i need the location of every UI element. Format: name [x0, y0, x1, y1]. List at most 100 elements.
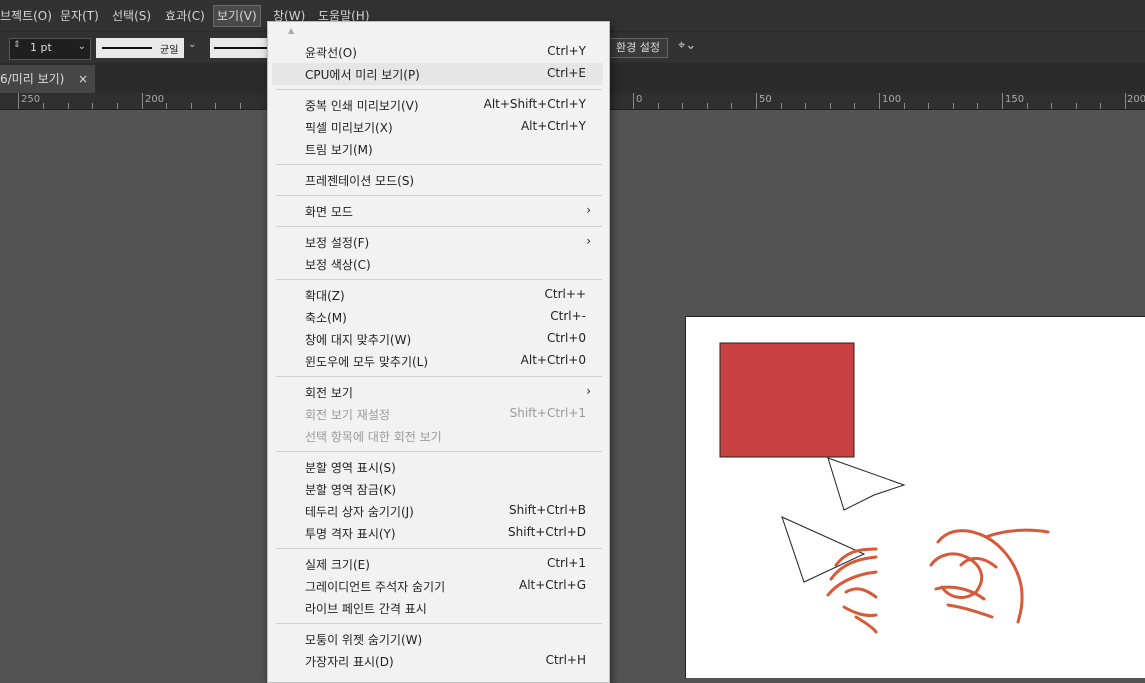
- menu-item[interactable]: 가장자리 표시(D) Ctrl+H: [272, 650, 603, 672]
- menu-separator: [276, 226, 602, 227]
- ruler-label: 250: [21, 94, 41, 105]
- chevron-down-icon[interactable]: ⌄: [188, 39, 196, 50]
- close-icon[interactable]: ×: [78, 65, 88, 93]
- menu-item-label: 축소(M): [305, 311, 347, 325]
- menu-item-label: 프레젠테이션 모드(S): [305, 174, 415, 188]
- menu-item[interactable]: 그레이디언트 주석자 숨기기 Alt+Ctrl+G: [272, 575, 603, 597]
- scribble-stroke[interactable]: [929, 528, 1050, 624]
- triangle-shape[interactable]: [827, 457, 906, 511]
- ruler-label: 200: [145, 94, 165, 105]
- ruler-label: 50: [759, 94, 772, 105]
- brush-dropdown[interactable]: [210, 38, 267, 58]
- document-tab-title: 6/미리 보기): [0, 72, 65, 86]
- menu-item-label: 라이브 페인트 간격 표시: [305, 602, 427, 616]
- menu-item-label: 보정 색상(C): [305, 258, 371, 272]
- menu-item-label: 실제 크기(E): [305, 558, 370, 572]
- menu-item-label: 보정 설정(F): [305, 236, 370, 250]
- ruler-label: 150: [1005, 94, 1025, 105]
- menu-item: 선택 항목에 대한 회전 보기: [272, 425, 603, 447]
- ruler-label: 100: [882, 94, 902, 105]
- menu-item-label: 확대(Z): [305, 289, 345, 303]
- menu-type[interactable]: 문자(T): [60, 6, 99, 26]
- menu-item-label: 투명 격자 표시(Y): [305, 527, 396, 541]
- menu-item-label: 분할 영역 표시(S): [305, 461, 396, 475]
- menu-item[interactable]: 분할 영역 표시(S): [272, 456, 603, 478]
- menu-object[interactable]: 브젝트(O): [0, 6, 52, 26]
- submenu-arrow-icon: ›: [586, 234, 591, 248]
- menu-item[interactable]: 실제 크기(E) Ctrl+1: [272, 553, 603, 575]
- stroke-profile-label: 균일: [160, 45, 179, 56]
- menu-item[interactable]: 보정 색상(C): [272, 253, 603, 275]
- menu-item[interactable]: 테두리 상자 숨기기(J) Shift+Ctrl+B: [272, 500, 603, 522]
- menu-item[interactable]: 분할 영역 잠금(K): [272, 478, 603, 500]
- menu-effect[interactable]: 효과(C): [165, 6, 205, 26]
- menu-item[interactable]: CPU에서 미리 보기(P) Ctrl+E: [272, 63, 603, 85]
- menu-item-label: 창에 대지 맞추기(W): [305, 333, 412, 347]
- menu-item[interactable]: 프레젠테이션 모드(S): [272, 169, 603, 191]
- stroke-profile-dropdown[interactable]: 균일: [96, 38, 184, 58]
- chevron-down-icon[interactable]: ⌄: [78, 41, 86, 52]
- menu-item-shortcut: Alt+Ctrl+G: [518, 578, 586, 592]
- menu-item[interactable]: 모퉁이 위젯 숨기기(W): [272, 628, 603, 650]
- menu-separator: [276, 623, 602, 624]
- align-icon[interactable]: ⌖⌄: [678, 38, 696, 53]
- menu-item-shortcut: Ctrl+0: [546, 331, 586, 345]
- menu-item[interactable]: 축소(M) Ctrl+-: [272, 306, 603, 328]
- menu-item-shortcut: Ctrl+-: [550, 309, 586, 323]
- artwork: [719, 342, 1050, 634]
- menu-item[interactable]: 화면 모드 ›: [272, 200, 603, 222]
- menu-item-label: 중복 인쇄 미리보기(V): [305, 99, 419, 113]
- artboard[interactable]: [685, 316, 1145, 678]
- menu-item[interactable]: 창에 대지 맞추기(W) Ctrl+0: [272, 328, 603, 350]
- menu-item-shortcut: Ctrl+E: [547, 66, 586, 80]
- menu-item: 회전 보기 재설정 Shift+Ctrl+1: [272, 403, 603, 425]
- document-tab[interactable]: 6/미리 보기) ×: [0, 65, 95, 93]
- menu-separator: [276, 548, 602, 549]
- menu-item-label: 트림 보기(M): [305, 143, 373, 157]
- spin-arrows-icon[interactable]: ⇕: [13, 40, 21, 50]
- menu-separator: [276, 376, 602, 377]
- submenu-arrow-icon: ›: [586, 384, 591, 398]
- menu-item[interactable]: 중복 인쇄 미리보기(V) Alt+Shift+Ctrl+Y: [272, 94, 603, 116]
- menu-item-label: 픽셀 미리보기(X): [305, 121, 393, 135]
- menu-item-label: 가장자리 표시(D): [305, 655, 394, 669]
- menu-item-label: 선택 항목에 대한 회전 보기: [305, 430, 442, 444]
- menu-item[interactable]: 보정 설정(F) ›: [272, 231, 603, 253]
- menu-item[interactable]: 확대(Z) Ctrl++: [272, 284, 603, 306]
- menu-item-shortcut: Alt+Ctrl+Y: [520, 119, 586, 133]
- menu-item[interactable]: 윈도우에 모두 맞추기(L) Alt+Ctrl+0: [272, 350, 603, 372]
- menu-separator: [276, 164, 602, 165]
- menu-item[interactable]: 투명 격자 표시(Y) Shift+Ctrl+D: [272, 522, 603, 544]
- menu-item-label: 모퉁이 위젯 숨기기(W): [305, 633, 423, 647]
- menu-item-shortcut: Alt+Shift+Ctrl+Y: [483, 97, 586, 111]
- menu-item-label: CPU에서 미리 보기(P): [305, 68, 420, 82]
- menu-item-shortcut: Shift+Ctrl+1: [509, 406, 586, 420]
- menu-item-label: 회전 보기 재설정: [305, 408, 390, 422]
- menu-item-label: 그레이디언트 주석자 숨기기: [305, 580, 446, 594]
- menu-item-label: 윈도우에 모두 맞추기(L): [305, 355, 429, 369]
- stroke-line-icon: [102, 47, 152, 49]
- red-square[interactable]: [719, 342, 855, 458]
- preferences-button[interactable]: 환경 설정: [608, 38, 668, 58]
- scroll-up-icon[interactable]: ▲: [288, 26, 294, 35]
- menu-item[interactable]: 트림 보기(M): [272, 138, 603, 160]
- menu-item-shortcut: Ctrl+Y: [547, 44, 586, 58]
- menu-item[interactable]: 회전 보기 ›: [272, 381, 603, 403]
- menu-item[interactable]: 픽셀 미리보기(X) Alt+Ctrl+Y: [272, 116, 603, 138]
- menu-item[interactable]: 라이브 페인트 간격 표시: [272, 597, 603, 619]
- menu-item-shortcut: Ctrl+1: [546, 556, 586, 570]
- ruler-label: 0: [636, 94, 643, 105]
- menu-select[interactable]: 선택(S): [112, 6, 151, 26]
- triangle-shape[interactable]: [781, 516, 866, 583]
- menu-separator: [276, 451, 602, 452]
- brush-line-icon: [214, 47, 267, 49]
- menu-item-label: 테두리 상자 숨기기(J): [305, 505, 414, 519]
- submenu-arrow-icon: ›: [586, 203, 591, 217]
- menu-view[interactable]: 보기(V): [213, 5, 261, 27]
- view-menu: ▲ 윤곽선(O) Ctrl+Y CPU에서 미리 보기(P) Ctrl+E 중복 인쇄 …: [267, 21, 610, 683]
- stroke-weight-field[interactable]: ⇕ 1 pt ⌄: [9, 38, 91, 60]
- menu-separator: [276, 195, 602, 196]
- menu-item[interactable]: 윤곽선(O) Ctrl+Y: [272, 41, 603, 63]
- menu-item-label: 화면 모드: [305, 205, 353, 219]
- stroke-weight-value: 1 pt: [30, 41, 52, 54]
